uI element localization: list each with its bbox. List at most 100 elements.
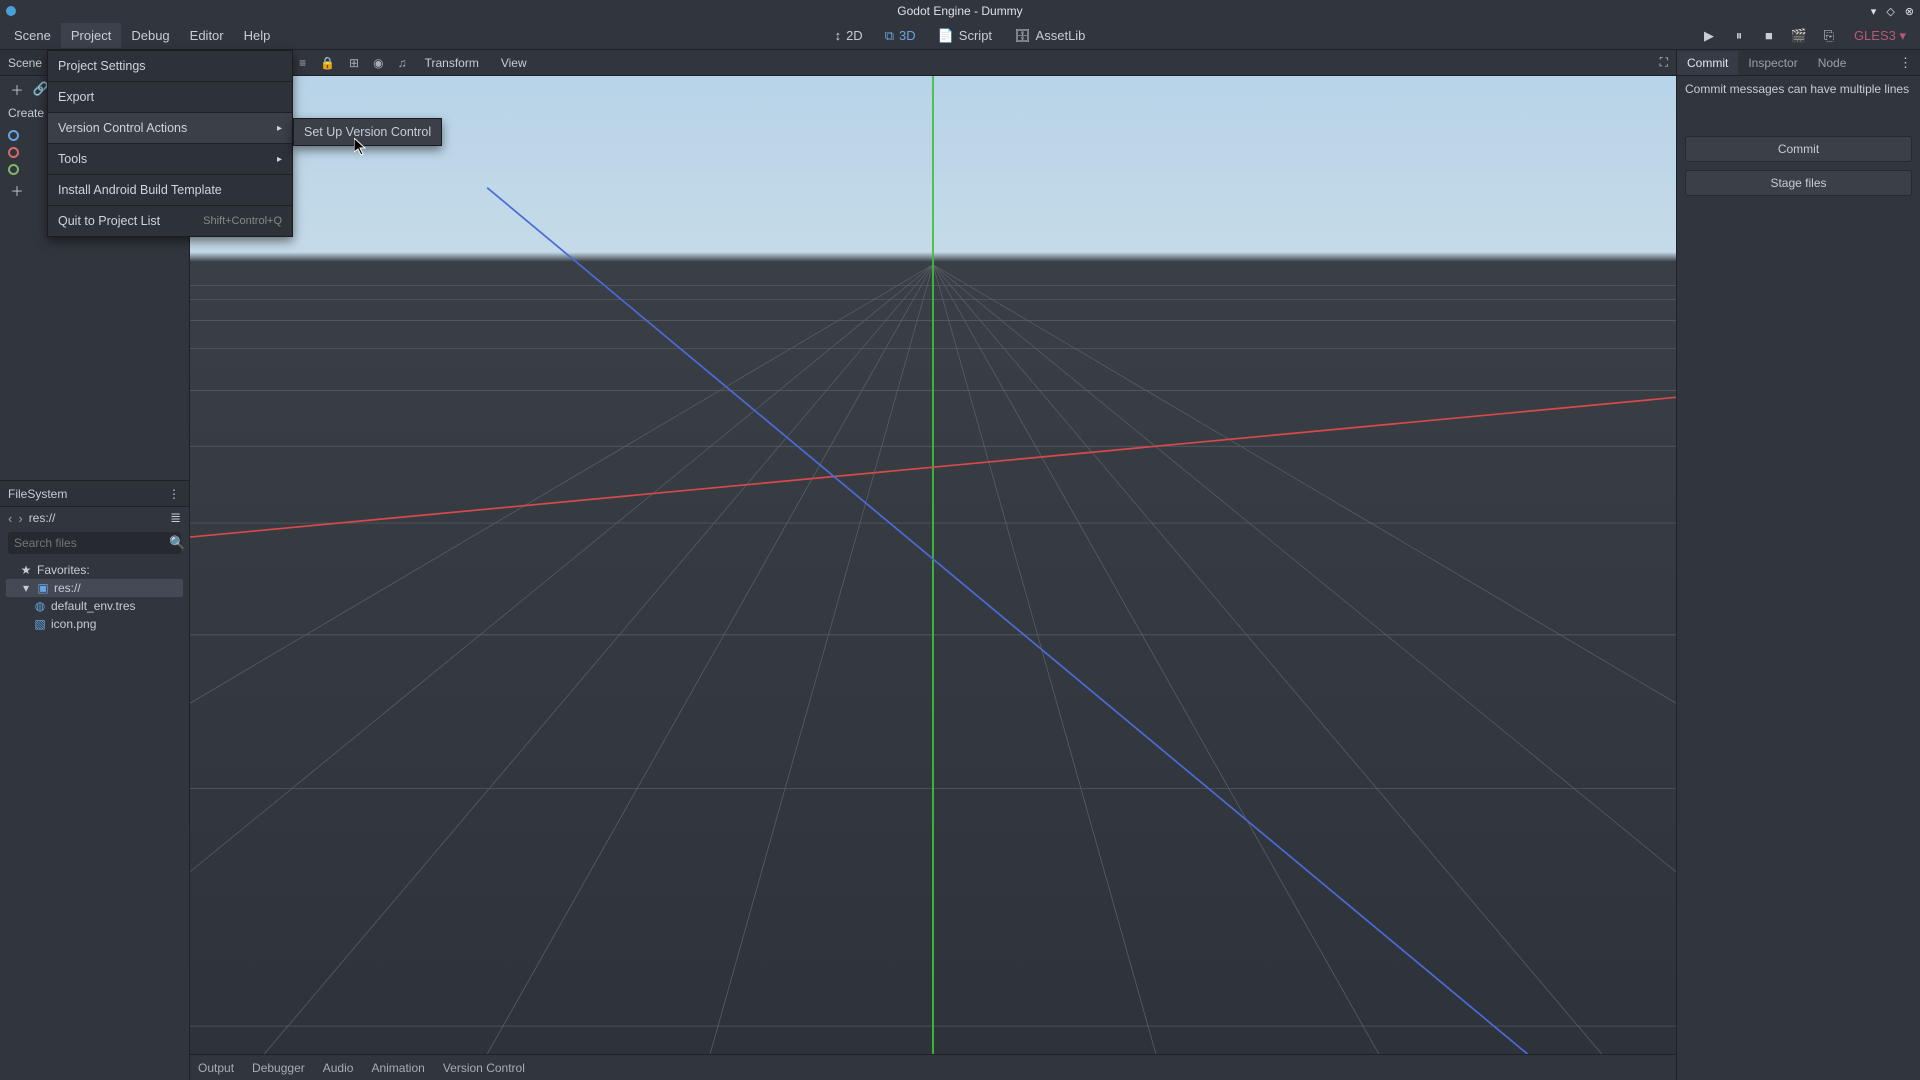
menu-help[interactable]: Help [234,23,281,48]
lock-icon[interactable]: 🔒 [316,54,339,72]
folder-icon: ▣ [37,581,49,595]
tab-debugger[interactable]: Debugger [252,1061,305,1075]
menu-vcs-label: Version Control Actions [58,121,187,135]
menu-right: ▶ ⏸ ■ 🎬 ⎘ GLES3 ▾ [1698,25,1916,47]
filesystem-header: FileSystem ⋮ [0,481,189,507]
renderer-toggle[interactable]: GLES3 ▾ [1848,28,1906,44]
env-file-icon: ◍ [34,599,46,613]
nav-forward-icon[interactable]: › [18,511,22,526]
add-node-icon[interactable]: ＋ [8,80,26,98]
transform-menu[interactable]: Transform [417,54,487,72]
menu-export[interactable]: Export [48,82,292,112]
filesystem-path[interactable]: res:// [29,511,164,525]
image-file-icon: ▧ [34,617,46,631]
menu-tools-label: Tools [58,152,87,166]
menu-tools[interactable]: Tools ▸ [48,144,292,174]
res-root-label: res:// [54,581,81,595]
camera-icon[interactable]: ◉ [369,54,387,72]
menu-quit-label: Quit to Project List [58,214,160,228]
center-column: ⬚ ✥ ⟳ ⤢ ≡ 🔒 ⊞ ◉ ♫ Transform View ⛶ [190,50,1676,1080]
titlebar: Godot Engine - Dummy ▾ ◇ ⊗ [0,0,1920,22]
list-tool-icon[interactable]: ≡ [295,54,310,72]
viewport-toolbar: ⬚ ✥ ⟳ ⤢ ≡ 🔒 ⊞ ◉ ♫ Transform View ⛶ [190,50,1676,76]
menu-scene[interactable]: Scene [4,23,61,48]
menu-version-control-actions[interactable]: Version Control Actions ▸ [48,113,292,143]
commit-message-area[interactable]: Commit messages can have multiple lines [1677,76,1920,102]
tab-version-control[interactable]: Version Control [443,1061,525,1075]
tab-node[interactable]: Node [1808,51,1857,75]
filesystem-nav: ‹ › res:// ≣ [0,507,189,529]
play-scene-icon[interactable]: 🎬 [1788,25,1810,47]
mode-script-label: Script [959,28,992,43]
viewport-canvas [190,76,1676,1054]
menu-install-android[interactable]: Install Android Build Template [48,175,292,205]
file-icon-png-label: icon.png [51,617,96,631]
filesystem-menu-icon[interactable]: ⋮ [168,487,181,501]
minimize-icon[interactable]: ▾ [1871,5,1877,18]
menu-editor[interactable]: Editor [180,23,234,48]
tab-inspector[interactable]: Inspector [1738,51,1807,75]
submenu-arrow-icon: ▸ [277,123,282,134]
view-mode-icon[interactable]: ≣ [170,510,181,526]
chevron-down-icon: ▾ [20,581,32,595]
favorites-label: Favorites: [37,563,90,577]
circle-red-icon [8,147,19,158]
file-default-env-label: default_env.tres [51,599,136,613]
filesystem-tree: ★ Favorites: ▾ ▣ res:// ◍ default_env.tr… [0,557,189,637]
script-icon: 📄 [938,28,954,44]
maximize-icon[interactable]: ◇ [1886,5,1894,18]
right-tabs-menu-icon[interactable]: ⋮ [1899,55,1920,71]
plus-icon: ＋ [8,181,26,199]
tab-output[interactable]: Output [198,1061,234,1075]
right-tabs: Commit Inspector Node ⋮ [1677,50,1920,76]
stage-files-button[interactable]: Stage files [1685,170,1912,196]
star-icon: ★ [20,563,32,577]
res-root-row[interactable]: ▾ ▣ res:// [6,579,183,597]
tab-audio[interactable]: Audio [323,1061,354,1075]
filesystem-panel: FileSystem ⋮ ‹ › res:// ≣ 🔍 ★ Favorites:… [0,480,189,1080]
pause-icon[interactable]: ⏸ [1728,25,1750,47]
mode-script[interactable]: 📄 Script [928,24,1002,48]
filesystem-title: FileSystem [8,487,67,501]
tab-commit[interactable]: Commit [1677,51,1738,75]
menu-project[interactable]: Project [61,23,121,48]
play-custom-icon[interactable]: ⎘ [1818,25,1840,47]
close-icon[interactable]: ⊗ [1905,5,1914,18]
mode-3d-label: 3D [899,28,916,43]
arrow-swap-icon: ↕ [835,28,842,43]
nav-back-icon[interactable]: ‹ [8,511,12,526]
file-default-env[interactable]: ◍ default_env.tres [6,597,183,615]
commit-button[interactable]: Commit [1685,136,1912,162]
vcs-submenu: Set Up Version Control [293,118,442,146]
menu-quit-project-list[interactable]: Quit to Project List Shift+Control+Q [48,206,292,236]
search-icon: 🔍 [169,535,185,551]
file-icon-png[interactable]: ▧ icon.png [6,615,183,633]
mode-assetlib[interactable]: 🗄AssetLib [1004,24,1095,48]
tab-animation[interactable]: Animation [371,1061,424,1075]
viewport-3d[interactable] [190,76,1676,1054]
menu-debug[interactable]: Debug [121,23,179,48]
mode-3d[interactable]: ⧉3D [875,24,926,48]
audio-icon[interactable]: ♫ [394,54,411,72]
mode-2d[interactable]: ↕ 2D [825,24,873,47]
search-input[interactable] [14,536,169,550]
menu-project-settings[interactable]: Project Settings [48,51,292,81]
bottom-tabs: Output Debugger Audio Animation Version … [190,1054,1676,1080]
right-column: Commit Inspector Node ⋮ Commit messages … [1676,50,1920,1080]
circle-green-icon [8,164,19,175]
circle-blue-icon [8,130,19,141]
filesystem-search[interactable]: 🔍 [8,532,181,554]
view-menu[interactable]: View [493,54,535,72]
workspace-tabs: ↕ 2D ⧉3D 📄 Script 🗄AssetLib [825,24,1096,48]
menu-setup-version-control[interactable]: Set Up Version Control [294,119,441,145]
renderer-label: GLES3 [1854,28,1896,43]
stop-icon[interactable]: ■ [1758,25,1780,47]
assetlib-icon: 🗄 [1014,28,1031,44]
play-icon[interactable]: ▶ [1698,25,1720,47]
distraction-free-icon[interactable]: ⛶ [1660,55,1668,70]
menu-quit-shortcut: Shift+Control+Q [203,215,282,227]
favorites-row[interactable]: ★ Favorites: [6,561,183,579]
group-icon[interactable]: ⊞ [345,54,363,72]
mode-2d-label: 2D [846,28,863,43]
window-title: Godot Engine - Dummy [897,4,1022,18]
